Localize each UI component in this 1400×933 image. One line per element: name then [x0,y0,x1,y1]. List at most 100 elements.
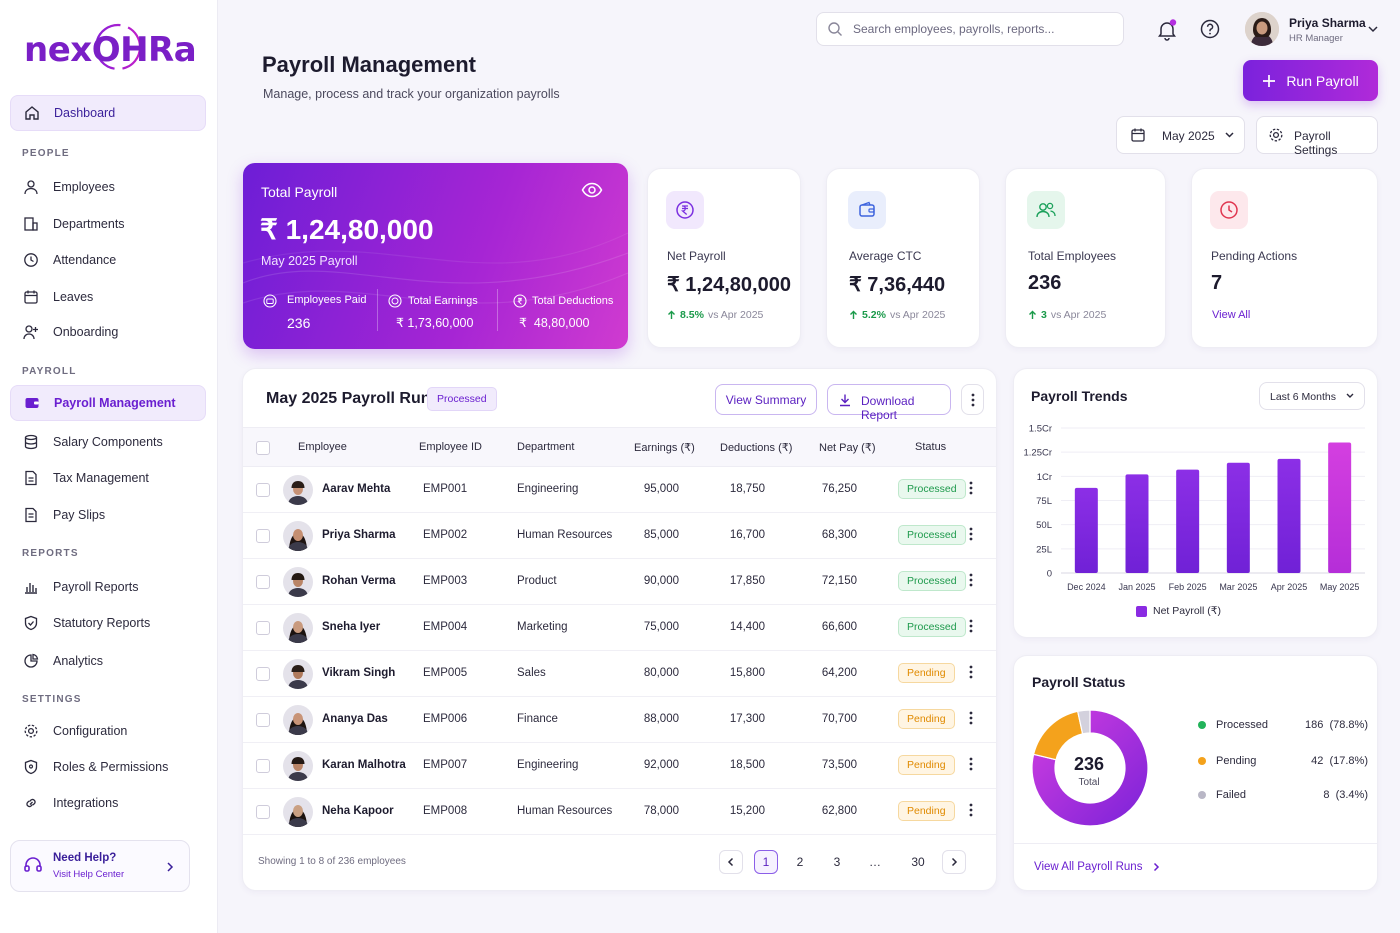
table-row[interactable]: Karan Malhotra EMP007 Engineering 92,000 18,… [243,743,996,789]
employee-id: EMP004 [423,621,468,633]
row-checkbox[interactable] [256,713,270,727]
column-header[interactable]: Employee [298,441,347,453]
table-row[interactable]: Ananya Das EMP006 Finance 88,000 17,300 70,70… [243,697,996,743]
view-summary-button[interactable]: View Summary [715,384,817,415]
row-checkbox[interactable] [256,805,270,819]
help-icon[interactable] [1200,19,1220,39]
stat-label: Total Employees [1028,249,1117,263]
row-kebab-menu-icon[interactable] [969,711,973,725]
sidebar-item-attendance[interactable]: Attendance [10,242,206,278]
sidebar-item-departments[interactable]: Departments [10,206,206,242]
sidebar-item-tax-management[interactable]: Tax Management [10,460,206,496]
row-checkbox[interactable] [256,483,270,497]
row-checkbox[interactable] [256,667,270,681]
table-row[interactable]: Vikram Singh EMP005 Sales 80,000 15,800 64,20… [243,651,996,697]
legend-swatch [1136,606,1147,617]
select-all-checkbox[interactable] [256,441,270,455]
column-header[interactable]: Earnings (₹) [634,441,695,454]
row-checkbox[interactable] [256,621,270,635]
bar-mar-2025[interactable] [1226,462,1250,573]
prev-page-button[interactable] [719,850,743,874]
row-checkbox[interactable] [256,575,270,589]
table-row[interactable]: Rohan Verma EMP003 Product 90,000 17,850 72,1… [243,559,996,605]
table-row[interactable]: Priya Sharma EMP002 Human Resources 85,000 1… [243,513,996,559]
sidebar-item-label: Payroll Management [54,396,176,410]
sidebar-item-leaves[interactable]: Leaves [10,279,206,315]
sidebar-item-analytics[interactable]: Analytics [10,643,206,679]
next-page-button[interactable] [942,850,966,874]
search-input[interactable]: Search employees, payrolls, reports... [816,12,1124,46]
employee-name[interactable]: Sneha Iyer [322,621,380,633]
row-checkbox[interactable] [256,759,270,773]
column-header[interactable]: Employee ID [419,441,482,453]
sidebar-item-employees[interactable]: Employees [10,169,206,205]
row-kebab-menu-icon[interactable] [969,803,973,817]
employee-name[interactable]: Priya Sharma [322,529,396,541]
sidebar-item-salary-components[interactable]: Salary Components [10,424,206,460]
table-row[interactable]: Aarav Mehta EMP001 Engineering 95,000 18,750… [243,467,996,513]
chevron-right-icon [165,861,175,873]
employee-department: Human Resources [517,805,613,817]
employee-name[interactable]: Aarav Mehta [322,483,390,495]
row-checkbox[interactable] [256,529,270,543]
bar-jan-2025[interactable] [1125,474,1149,573]
bar-may-2025[interactable] [1328,442,1352,574]
total-payroll-sub: May 2025 Payroll [261,254,358,268]
download-report-button[interactable]: Download Report [827,384,951,422]
app-logo[interactable]: nexOHRa [24,18,197,78]
sidebar-item-statutory-reports[interactable]: Statutory Reports [10,605,206,641]
sidebar-item-integrations[interactable]: Integrations [10,785,206,821]
table-row[interactable]: Sneha Iyer EMP004 Marketing 75,000 14,400 66,… [243,605,996,651]
sidebar-item-configuration[interactable]: Configuration [10,713,206,749]
bar-apr-2025[interactable] [1277,458,1301,573]
employee-name[interactable]: Vikram Singh [322,667,395,679]
page-button-3[interactable]: 3 [825,850,849,874]
row-kebab-menu-icon[interactable] [969,573,973,587]
employee-name[interactable]: Ananya Das [322,713,388,725]
sidebar-item-pay-slips[interactable]: Pay Slips [10,497,206,533]
employee-deductions: 15,200 [729,805,765,817]
employee-id: EMP002 [423,529,468,541]
sidebar-item-payroll-reports[interactable]: Payroll Reports [10,569,206,605]
employee-name[interactable]: Karan Malhotra [322,759,406,771]
page-button-2[interactable]: 2 [788,850,812,874]
sidebar-item-dashboard[interactable]: Dashboard [10,95,206,131]
help-center-card[interactable]: Need Help? Visit Help Center [10,840,190,892]
column-header[interactable]: Department [517,441,574,453]
bar-feb-2025[interactable] [1176,469,1200,573]
payroll-settings-button[interactable]: Payroll Settings [1256,116,1378,157]
column-header[interactable]: Deductions (₹) [720,441,792,454]
trend-text: vs Apr 2025 [889,309,946,321]
employee-name[interactable]: Rohan Verma [322,575,396,587]
sidebar-item-roles-permissions[interactable]: Roles & Permissions [10,749,206,785]
sidebar-item-onboarding[interactable]: Onboarding [10,314,206,350]
row-kebab-menu-icon[interactable] [969,757,973,771]
row-kebab-menu-icon[interactable] [969,665,973,679]
column-header[interactable]: Status [915,441,946,453]
user-avatar[interactable] [1245,12,1279,46]
bar-dec-2024[interactable] [1074,487,1098,573]
view-all-runs-link[interactable]: View All Payroll Runs [1034,861,1160,873]
employee-id: EMP003 [423,575,468,587]
row-kebab-menu-icon[interactable] [969,481,973,495]
sidebar-item-payroll-management[interactable]: Payroll Management [10,385,206,421]
x-tick-label: Feb 2025 [1169,582,1207,592]
view-all-link[interactable]: View All [1212,309,1250,321]
employee-avatar [283,705,313,735]
trends-range-select[interactable]: Last 6 Months [1259,382,1365,410]
run-payroll-button[interactable]: Run Payroll [1243,60,1378,101]
column-header[interactable]: Net Pay (₹) [819,441,876,454]
table-row[interactable]: Neha Kapoor EMP008 Human Resources 78,000 15… [243,789,996,835]
row-kebab-menu-icon[interactable] [969,527,973,541]
more-options-button[interactable] [961,384,984,415]
employee-name[interactable]: Neha Kapoor [322,805,394,817]
period-select[interactable]: May 2025 [1116,116,1245,154]
eye-icon[interactable] [581,181,603,199]
run-payroll-label: Run Payroll [1286,72,1359,89]
chevron-down-icon[interactable] [1367,24,1379,34]
notification-bell-icon[interactable] [1156,19,1178,41]
page-button-30[interactable]: 30 [906,850,930,874]
row-kebab-menu-icon[interactable] [969,619,973,633]
total-payroll-value: ₹ 1,24,80,000 [260,214,434,245]
page-button-1[interactable]: 1 [754,850,778,874]
